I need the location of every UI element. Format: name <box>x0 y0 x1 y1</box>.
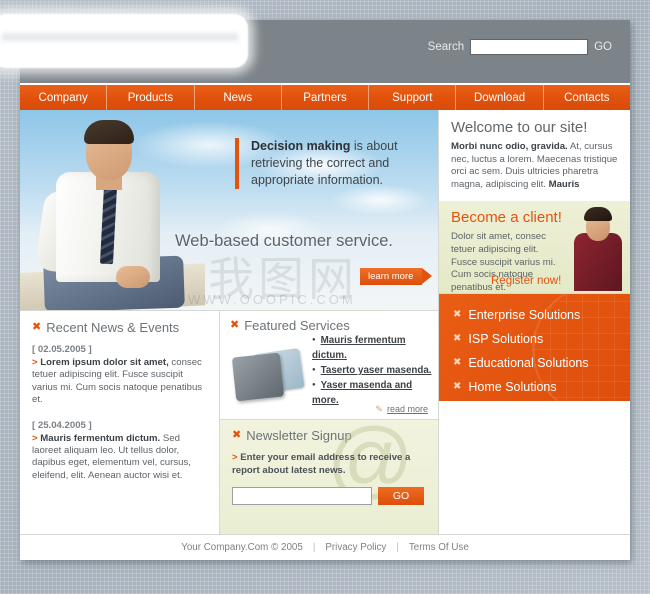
solutions-item-label: Enterprise Solutions <box>468 308 581 323</box>
news-item-date: [ 25.04.2005 ] <box>32 419 92 431</box>
welcome-body-tail: Mauris <box>548 178 580 190</box>
featured-links-list: Mauris fermentum dictum. Taserto yaser m… <box>312 333 438 408</box>
recent-news-panel: ✖ Recent News & Events [ 02.05.2005 ] > … <box>20 310 220 534</box>
featured-column: ✖ Featured Services Mauris fermentum dic… <box>220 310 438 534</box>
welcome-title: Welcome to our site! <box>451 119 588 136</box>
register-now-link[interactable]: Register now! <box>491 275 561 287</box>
nav-item-download[interactable]: Download <box>456 85 544 110</box>
x-bullet-icon: ✖ <box>453 333 462 345</box>
footer-separator: | <box>312 541 316 553</box>
x-bullet-icon: ✖ <box>453 381 462 393</box>
featured-services-title-text: Featured Services <box>244 318 350 333</box>
newsletter-form: GO <box>232 487 428 506</box>
news-item-headline: Mauris fermentum dictum. <box>40 432 161 444</box>
hero-tagline: Web-based customer service. <box>175 232 393 250</box>
news-item-text: > Mauris fermentum dictum. Sed laoreet a… <box>32 433 208 483</box>
search-area: Search GO <box>428 39 612 55</box>
news-item-headline: Lorem ipsum dolor sit amet, <box>40 357 169 368</box>
news-item-text: > Lorem ipsum dolor sit amet, consec tet… <box>32 357 208 407</box>
newsletter-copy-text: Enter your email address to receive a re… <box>232 452 411 476</box>
footer-copyright: Your Company.Com © 2005 <box>181 541 303 553</box>
nav-item-products[interactable]: Products <box>107 85 195 110</box>
solutions-item-label: Home Solutions <box>468 380 557 395</box>
newsletter-title: ✖ Newsletter Signup <box>232 428 428 443</box>
x-bullet-icon: ✖ <box>230 319 240 331</box>
solutions-panel: ✖ Enterprise Solutions ✖ ISP Solutions ✖… <box>439 293 630 402</box>
featured-link-2[interactable]: Taserto yaser masenda. <box>312 363 438 378</box>
welcome-panel: Welcome to our site! Morbi nunc odio, gr… <box>439 110 630 202</box>
news-item-date: [ 02.05.2005 ] <box>32 344 92 355</box>
newsletter-signup-panel: @ ✖ Newsletter Signup > Enter your email… <box>220 419 438 534</box>
site-footer: Your Company.Com © 2005 | Privacy Policy… <box>20 534 630 559</box>
hero-banner: 我图网 WWW.OOOPIC.COM Decision making is ab… <box>20 110 438 310</box>
newsletter-email-input[interactable] <box>232 487 372 506</box>
learn-more-button[interactable]: learn more <box>360 268 433 285</box>
client-photo-man <box>568 203 626 292</box>
x-bullet-icon: ✖ <box>453 357 462 369</box>
read-more-link[interactable]: read more <box>375 404 428 415</box>
x-bullet-icon: ✖ <box>232 429 242 441</box>
become-client-panel: Become a client! Dolor sit amet, consec … <box>439 201 630 294</box>
solutions-item-label: ISP Solutions <box>468 332 544 347</box>
recent-news-title-text: Recent News & Events <box>46 320 180 335</box>
nav-item-contacts[interactable]: Contacts <box>544 85 630 110</box>
site-window: YOUR LOGOSOLUTIONS Search GO Company Pro… <box>20 20 630 560</box>
hero-photo-businessman <box>20 110 205 310</box>
featured-product-image <box>231 347 306 403</box>
blurred-overlay-box <box>0 14 248 68</box>
nav-item-company[interactable]: Company <box>20 85 108 110</box>
nav-item-partners[interactable]: Partners <box>282 85 370 110</box>
news-item[interactable]: [ 02.05.2005 ] > Lorem ipsum dolor sit a… <box>32 344 208 407</box>
footer-terms-link[interactable]: Terms Of Use <box>409 542 469 553</box>
news-arrow-icon: > <box>32 357 38 368</box>
footer-separator: | <box>396 541 399 553</box>
search-label: Search <box>427 41 465 53</box>
news-arrow-icon: > <box>32 432 38 444</box>
solutions-item-isp[interactable]: ✖ ISP Solutions <box>453 327 630 351</box>
solutions-item-enterprise[interactable]: ✖ Enterprise Solutions <box>453 303 630 327</box>
search-go-button[interactable]: GO <box>594 41 612 53</box>
welcome-body-strong: Morbi nunc odio, gravida. <box>451 141 568 152</box>
solutions-item-home[interactable]: ✖ Home Solutions <box>453 375 630 399</box>
main-navigation: Company Products News Partners Support D… <box>20 85 630 110</box>
x-bullet-icon: ✖ <box>453 309 462 321</box>
newsletter-title-text: Newsletter Signup <box>246 428 352 443</box>
welcome-body: Morbi nunc odio, gravida. At, cursus nec… <box>451 141 619 191</box>
lower-left-row: ✖ Recent News & Events [ 02.05.2005 ] > … <box>20 310 438 534</box>
hero-quote-strong: Decision making <box>251 139 351 153</box>
search-input[interactable] <box>470 39 589 55</box>
featured-link-1[interactable]: Mauris fermentum dictum. <box>312 333 438 363</box>
nav-item-support[interactable]: Support <box>369 85 457 110</box>
page-body: 我图网 WWW.OOOPIC.COM Decision making is ab… <box>20 110 630 534</box>
nav-item-news[interactable]: News <box>195 85 282 110</box>
featured-services-panel: ✖ Featured Services Mauris fermentum dic… <box>220 311 438 419</box>
featured-services-title: ✖ Featured Services <box>230 318 430 333</box>
footer-privacy-link[interactable]: Privacy Policy <box>325 542 386 553</box>
solutions-item-label: Educational Solutions <box>468 356 589 371</box>
right-column: Welcome to our site! Morbi nunc odio, gr… <box>438 110 630 534</box>
news-item[interactable]: [ 25.04.2005 ] > Mauris fermentum dictum… <box>32 420 208 483</box>
solutions-item-educational[interactable]: ✖ Educational Solutions <box>453 351 630 375</box>
left-column: 我图网 WWW.OOOPIC.COM Decision making is ab… <box>20 110 438 534</box>
newsletter-copy: > Enter your email address to receive a … <box>232 452 428 477</box>
recent-news-title: ✖ Recent News & Events <box>32 320 208 335</box>
newsletter-go-button[interactable]: GO <box>378 487 424 506</box>
hero-quote: Decision making is about retrieving the … <box>235 138 433 189</box>
x-bullet-icon: ✖ <box>32 321 42 333</box>
